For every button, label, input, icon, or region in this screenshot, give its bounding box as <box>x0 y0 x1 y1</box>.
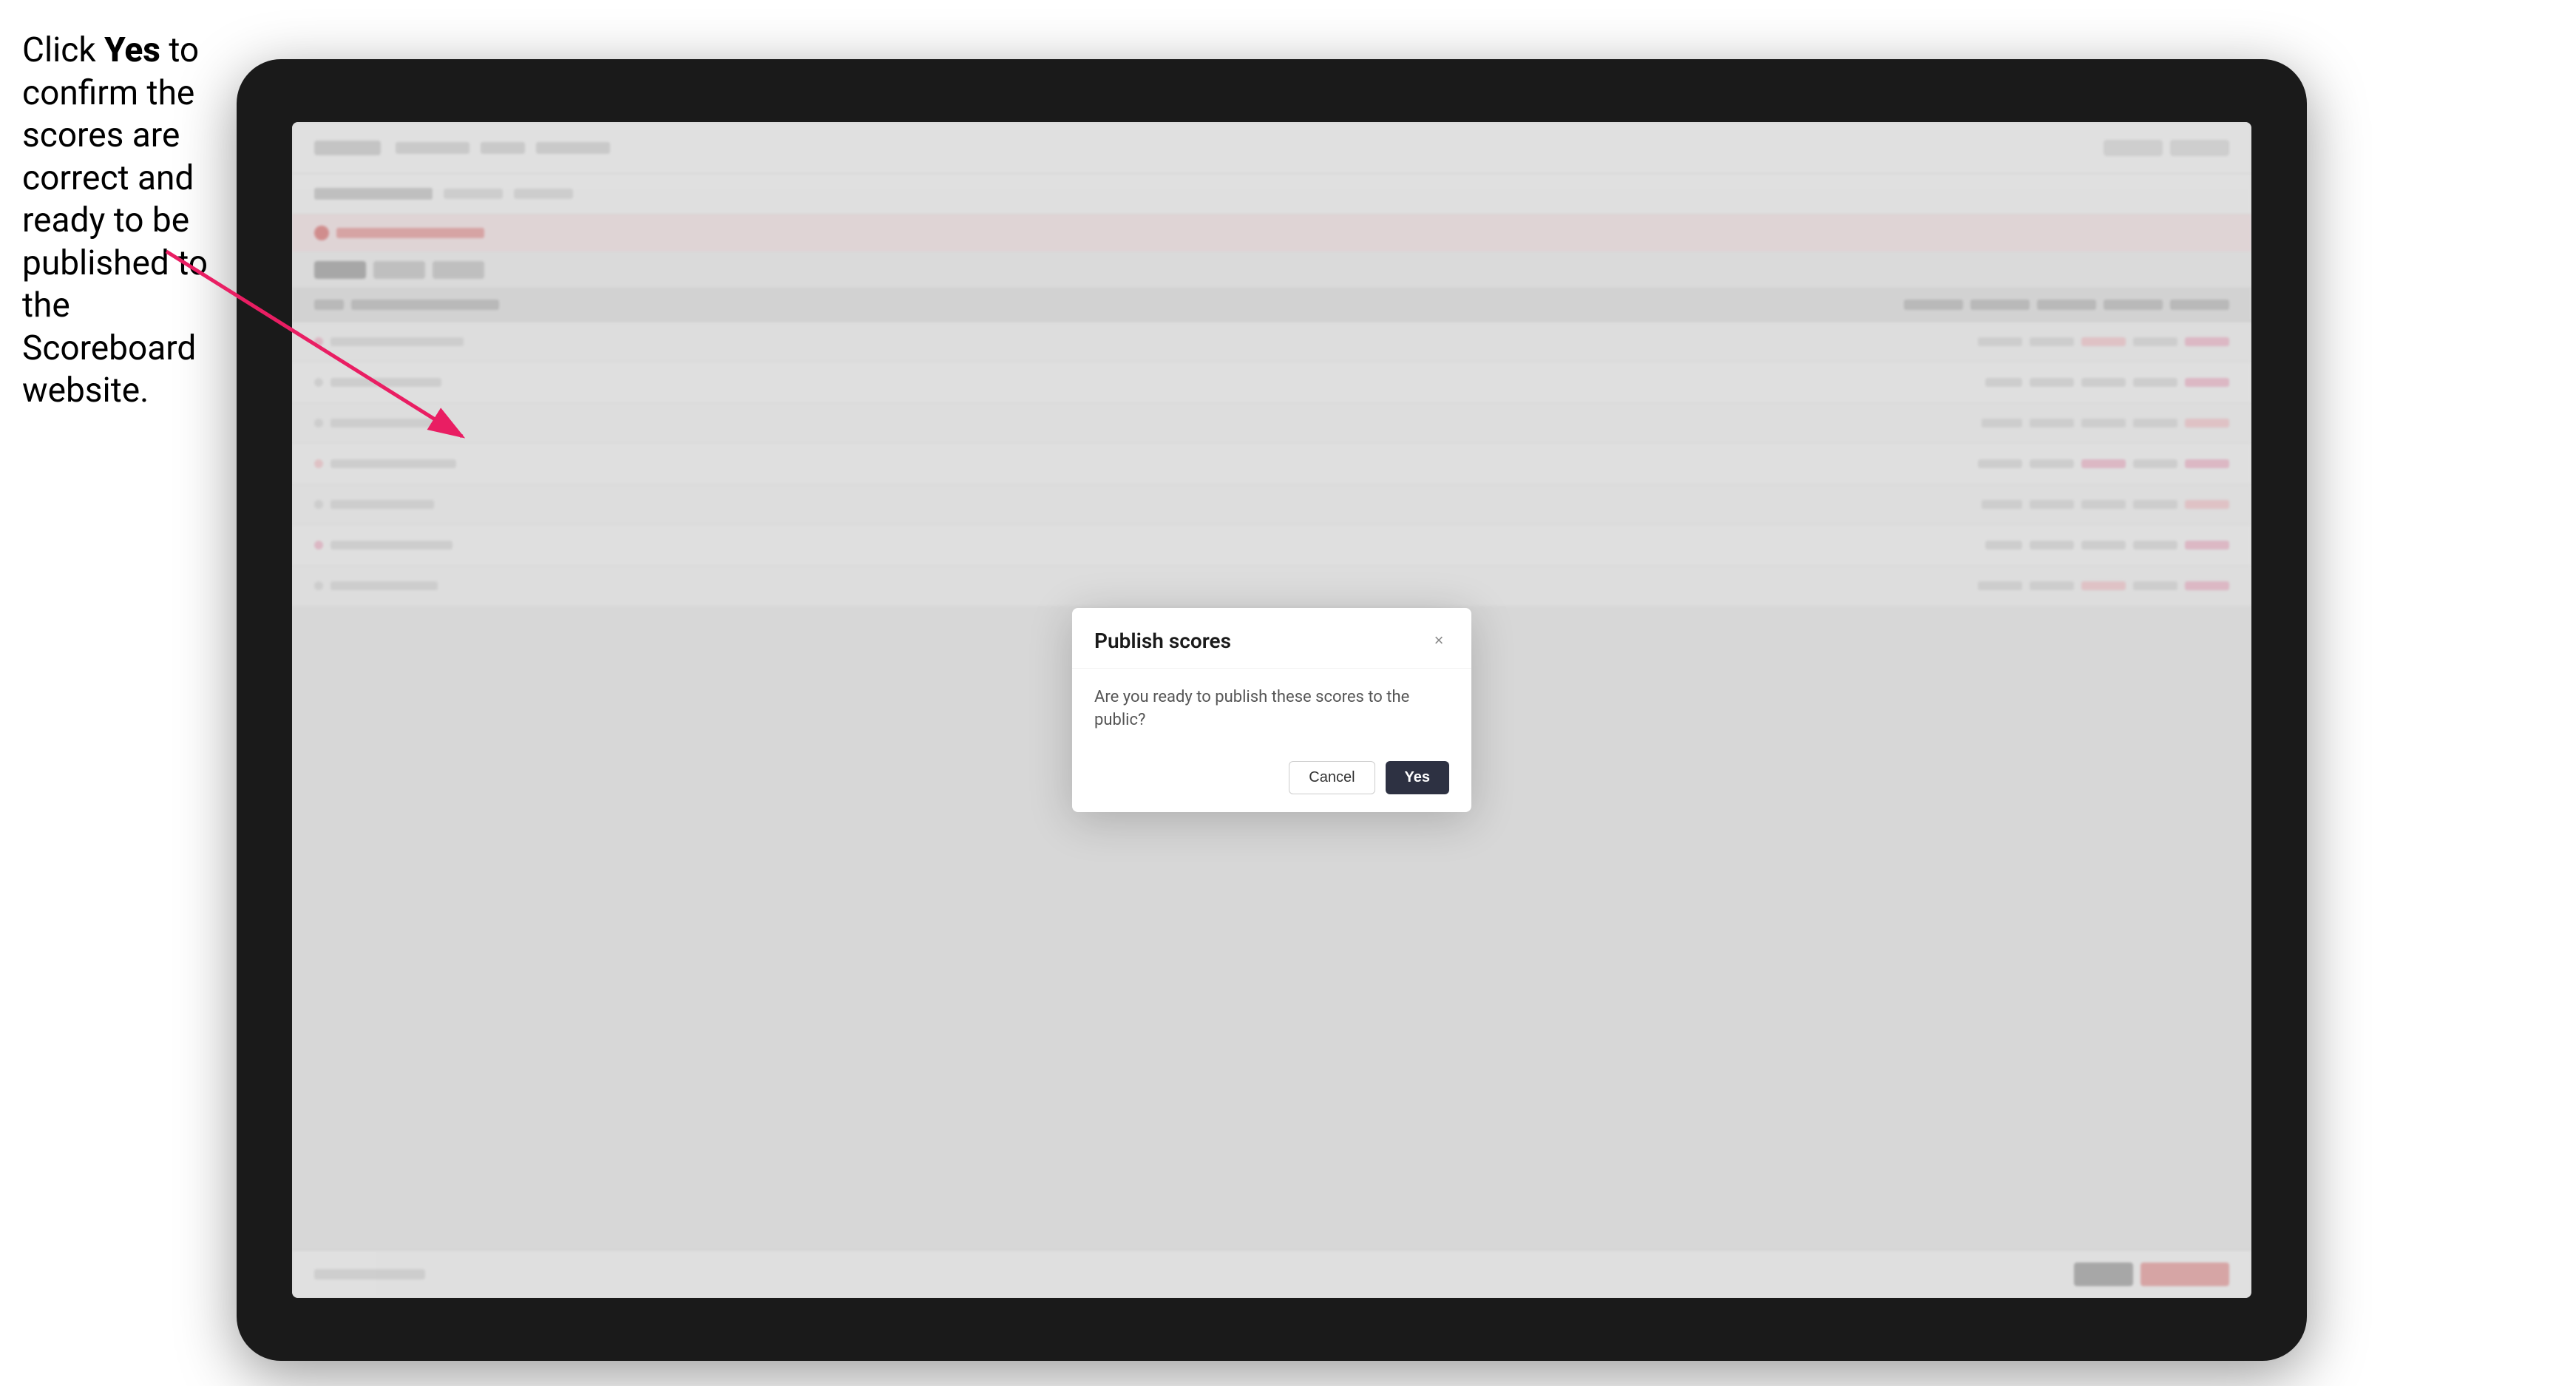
tablet-device: Publish scores × Are you ready to publis… <box>237 59 2307 1361</box>
instruction-part2: to confirm the scores are correct and re… <box>22 30 208 410</box>
publish-scores-dialog: Publish scores × Are you ready to publis… <box>1072 608 1471 813</box>
instruction-part1: Click <box>22 30 104 70</box>
yes-button[interactable]: Yes <box>1386 761 1449 794</box>
modal-overlay: Publish scores × Are you ready to publis… <box>292 122 2251 1298</box>
modal-body: Are you ready to publish these scores to… <box>1072 669 1471 750</box>
modal-close-button[interactable]: × <box>1428 630 1449 651</box>
modal-header: Publish scores × <box>1072 608 1471 669</box>
modal-message: Are you ready to publish these scores to… <box>1094 686 1449 732</box>
cancel-button[interactable]: Cancel <box>1289 761 1375 794</box>
instruction-bold: Yes <box>104 30 160 70</box>
modal-footer: Cancel Yes <box>1072 749 1471 812</box>
modal-title: Publish scores <box>1094 629 1231 653</box>
tablet-screen: Publish scores × Are you ready to publis… <box>292 122 2251 1298</box>
instruction-text: Click Yes to confirm the scores are corr… <box>22 30 229 413</box>
